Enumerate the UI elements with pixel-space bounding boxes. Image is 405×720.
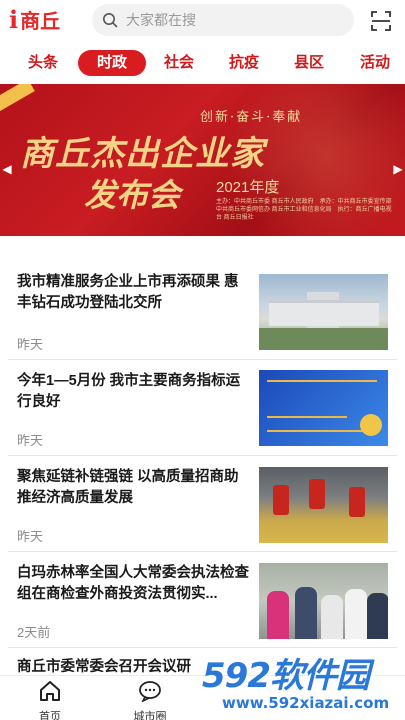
search-placeholder: 大家都在搜 <box>126 12 196 28</box>
site-watermark: 592软件园 www.592xiazai.com <box>200 646 405 720</box>
tab-headlines[interactable]: 头条 <box>20 50 66 76</box>
news-title[interactable]: 聚焦延链补链强链 以高质量招商助推经济高质量发展 <box>17 467 253 509</box>
search-icon <box>102 12 118 28</box>
logo-name: 商丘 <box>20 8 61 33</box>
banner-carousel[interactable]: 创新·奋斗·奉献 商丘杰出企业家 发布会 2021年度 主办：中共商丘市委 商丘… <box>0 84 405 236</box>
nav-city-circle-label: 城市圈 <box>133 711 167 720</box>
news-time: 昨天 <box>17 529 44 544</box>
chat-bubble-icon <box>120 680 180 707</box>
nav-home-label: 首页 <box>39 711 61 720</box>
banner-title-line1: 商丘杰出企业家 <box>20 134 265 174</box>
news-time: 2天前 <box>17 625 51 640</box>
search-bar[interactable]: 大家都在搜 <box>92 4 354 36</box>
news-thumbnail[interactable] <box>259 563 388 639</box>
banner-title-line2: 发布会 <box>84 176 181 214</box>
divider <box>8 551 397 552</box>
category-tabs: 头条 时政 社会 抗疫 县区 活动 <box>0 50 405 78</box>
banner-organizers: 主办：中共商丘市委 商丘市人民政府 承办：中共商丘市委宣传部 中共商丘市委网信办… <box>216 199 392 221</box>
tab-politics[interactable]: 时政 <box>78 50 146 76</box>
home-icon <box>20 680 80 707</box>
scan-icon[interactable] <box>370 10 392 32</box>
banner-prev-arrow-icon[interactable]: ◀ <box>2 160 12 178</box>
tab-counties[interactable]: 县区 <box>286 50 332 76</box>
news-thumbnail[interactable] <box>259 274 388 350</box>
divider <box>8 455 397 456</box>
nav-city-circle[interactable]: 城市圈 <box>120 680 180 720</box>
banner-corner-tag <box>0 84 35 112</box>
news-title[interactable]: 今年1—5月份 我市主要商务指标运行良好 <box>17 371 253 413</box>
news-thumbnail[interactable] <box>259 467 388 543</box>
nav-home[interactable]: 首页 <box>20 680 80 720</box>
divider <box>8 359 397 360</box>
tab-activities[interactable]: 活动 <box>352 50 398 76</box>
logo-prefix: i <box>9 4 19 34</box>
watermark-url: www.592xiazai.com <box>222 694 390 712</box>
watermark-main-text: 592软件园 <box>202 656 370 696</box>
top-header: i 商丘 大家都在搜 <box>0 0 405 42</box>
banner-next-arrow-icon[interactable]: ▶ <box>393 160 403 178</box>
news-time: 昨天 <box>17 337 44 352</box>
banner-slogan: 创新·奋斗·奉献 <box>200 110 303 125</box>
news-thumbnail[interactable] <box>259 370 388 446</box>
news-time: 昨天 <box>17 433 44 448</box>
banner-year: 2021年度 <box>216 179 280 196</box>
news-title[interactable]: 我市精准服务企业上市再添硕果 惠丰钻石成功登陆北交所 <box>17 272 253 314</box>
app-logo[interactable]: i 商丘 <box>9 4 61 34</box>
tab-anti-epidemic[interactable]: 抗疫 <box>221 50 267 76</box>
tab-society[interactable]: 社会 <box>156 50 202 76</box>
news-title[interactable]: 白玛赤林率全国人大常委会执法检查组在商检查外商投资法贯彻实... <box>17 563 253 605</box>
